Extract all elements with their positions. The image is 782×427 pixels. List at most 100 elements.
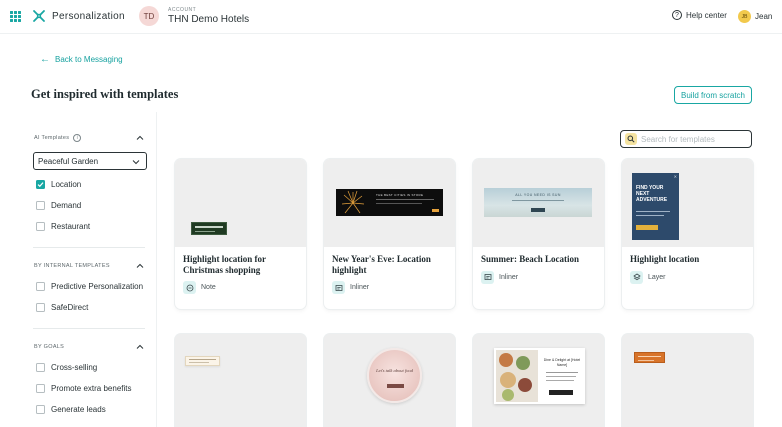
checkbox[interactable]	[36, 180, 45, 189]
section-divider	[33, 247, 145, 248]
template-preview: ALL YOU NEED IS SUN	[473, 159, 604, 247]
banner-headline: THE BEST CITIES IN STORE	[376, 193, 424, 197]
help-center-link[interactable]: ? Help center	[672, 10, 727, 20]
card-type: Note	[201, 284, 216, 291]
card-title: Highlight location for Christmas shoppin…	[183, 254, 266, 275]
template-preview	[175, 159, 306, 247]
option-label: Predictive Personalization	[51, 282, 144, 291]
internal-templates-heading: BY INTERNAL TEMPLATES	[34, 263, 110, 269]
badge-preview-thumbnail	[634, 352, 665, 363]
back-link-label: Back to Messaging	[55, 55, 123, 64]
search-icon	[625, 133, 637, 145]
layer-preview-thumbnail: ✕ FIND YOUR NEXT ADVENTURE	[632, 173, 679, 240]
ai-template-select[interactable]: Peaceful Garden	[33, 152, 147, 170]
inliner-icon	[481, 270, 494, 284]
build-from-scratch-button[interactable]: Build from scratch	[674, 86, 752, 104]
template-preview: ✕ FIND YOUR NEXT ADVENTURE	[622, 159, 753, 247]
filter-option-restaurant[interactable]: Restaurant	[36, 222, 90, 231]
filter-option-safedirect[interactable]: SafeDirect	[36, 303, 88, 312]
card-type: Inliner	[499, 273, 519, 281]
option-label: Location	[51, 180, 82, 189]
inliner-preview-thumbnail: ALL YOU NEED IS SUN	[484, 188, 592, 217]
top-bar: Personalization TD ACCOUNT THN Demo Hote…	[0, 0, 782, 34]
filter-option-generate-leads[interactable]: Generate leads	[36, 405, 106, 414]
user-menu[interactable]: JB Jean	[738, 10, 772, 23]
template-card-summer-beach[interactable]: ALL YOU NEED IS SUN Summer: Beach Locati…	[473, 159, 604, 309]
ai-templates-heading: AI Templates i	[34, 134, 82, 142]
inliner-preview-thumbnail: THE BEST CITIES IN STORE	[336, 189, 443, 216]
ai-template-select-value: Peaceful Garden	[38, 156, 99, 166]
section-divider	[33, 328, 145, 329]
circle-headline: Let's talk about food	[376, 368, 413, 373]
page-title: Get inspired with templates	[31, 87, 179, 101]
template-search[interactable]	[620, 130, 752, 148]
note-preview-thumbnail	[185, 356, 220, 366]
template-card-badge-preview[interactable]	[622, 334, 753, 427]
personalization-logo-icon	[33, 10, 45, 22]
chevron-up-icon[interactable]	[136, 262, 144, 270]
filter-option-promote-extra-benefits[interactable]: Promote extra benefits	[36, 384, 131, 393]
question-icon: ?	[672, 10, 682, 20]
circle-preview-thumbnail: Let's talk about food	[367, 348, 422, 403]
option-label: Promote extra benefits	[51, 384, 132, 393]
note-preview-thumbnail	[191, 222, 227, 235]
template-card-highlight-location[interactable]: ✕ FIND YOUR NEXT ADVENTURE Highlight loc…	[622, 159, 753, 309]
user-avatar: JB	[738, 10, 751, 23]
filter-option-cross-selling[interactable]: Cross-selling	[36, 363, 97, 372]
checkbox[interactable]	[36, 222, 45, 231]
template-card-note-preview[interactable]	[175, 334, 306, 427]
option-label: Cross-selling	[51, 363, 98, 372]
filter-option-demand[interactable]: Demand	[36, 201, 81, 210]
checkbox[interactable]	[36, 303, 45, 312]
card-title: Highlight location	[630, 254, 700, 264]
checkbox[interactable]	[36, 363, 45, 372]
account-name[interactable]: THN Demo Hotels	[168, 14, 249, 25]
chevron-up-icon[interactable]	[136, 134, 144, 142]
search-input[interactable]	[641, 134, 746, 144]
filter-option-predictive-personalization[interactable]: Predictive Personalization	[36, 282, 143, 291]
close-icon: ✕	[673, 174, 677, 179]
layer-headline: FIND YOUR NEXT ADVENTURE	[636, 185, 668, 203]
check-icon	[37, 182, 44, 188]
chevron-down-icon	[132, 160, 140, 165]
goals-label: BY GOALS	[34, 344, 65, 350]
help-center-label: Help center	[686, 10, 727, 20]
option-label: Generate leads	[51, 405, 106, 414]
inliner-icon	[332, 281, 345, 294]
card-type: Inliner	[350, 284, 370, 291]
fireworks-icon	[341, 190, 365, 214]
checkbox[interactable]	[36, 282, 45, 291]
option-label: Demand	[51, 201, 82, 210]
template-card-food-preview[interactable]: Let's talk about food	[324, 334, 455, 427]
card-title: Summer: Beach Location	[481, 254, 579, 264]
template-card-new-years-eve[interactable]: THE BEST CITIES IN STORE New Year's Eve:…	[324, 159, 455, 309]
checkbox[interactable]	[36, 384, 45, 393]
template-card-christmas[interactable]: Highlight location for Christmas shoppin…	[175, 159, 306, 309]
filter-option-location[interactable]: Location	[36, 180, 81, 189]
app-name: Personalization	[52, 11, 125, 22]
layers-icon	[630, 270, 643, 284]
note-icon	[183, 281, 196, 294]
checkbox[interactable]	[36, 405, 45, 414]
card-title: New Year's Eve: Location highlight	[332, 254, 431, 275]
checkbox[interactable]	[36, 201, 45, 210]
goals-heading: BY GOALS	[34, 344, 64, 350]
account-label: ACCOUNT	[168, 7, 197, 13]
ai-templates-label: AI Templates	[34, 135, 70, 141]
option-label: Restaurant	[51, 222, 91, 231]
layer-preview-thumbnail: Dine & Delight at [Hotel Name]	[494, 348, 585, 404]
app-grid-icon[interactable]	[10, 11, 21, 22]
back-to-messaging-link[interactable]: ← Back to Messaging	[40, 53, 123, 65]
user-name: Jean	[755, 12, 773, 21]
dining-headline: Dine & Delight at [Hotel Name]	[543, 358, 581, 367]
template-preview: THE BEST CITIES IN STORE	[324, 159, 455, 247]
arrow-left-icon: ←	[40, 53, 50, 65]
template-card-dining-preview[interactable]: Dine & Delight at [Hotel Name]	[473, 334, 604, 427]
option-label: SafeDirect	[51, 303, 89, 312]
info-icon[interactable]: i	[73, 134, 82, 142]
internal-templates-label: BY INTERNAL TEMPLATES	[34, 263, 110, 269]
chevron-up-icon[interactable]	[136, 343, 144, 351]
banner-headline: ALL YOU NEED IS SUN	[515, 193, 561, 197]
account-avatar[interactable]: TD	[139, 6, 159, 26]
card-type: Layer	[648, 273, 666, 281]
